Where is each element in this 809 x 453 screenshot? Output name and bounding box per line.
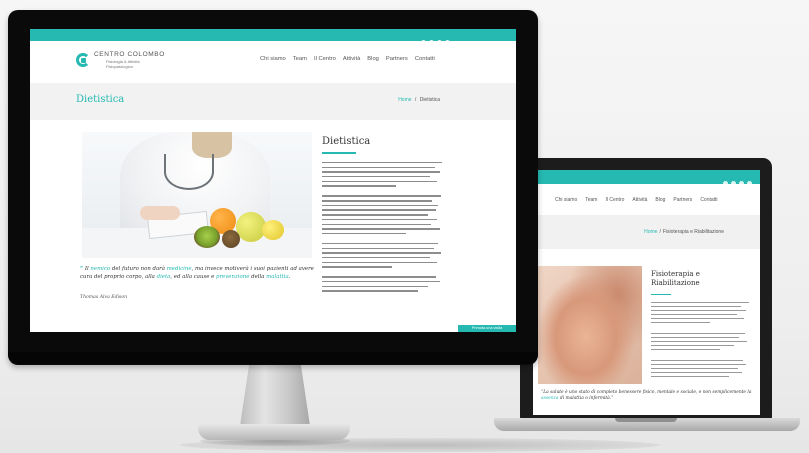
logo-subtitle-line2: Fisiopatologica (106, 64, 133, 69)
laptop-quote: “La salute è uno stato di completo benes… (541, 390, 756, 402)
nav-team[interactable]: Team (293, 56, 307, 62)
quote-highlight: medicine (166, 266, 192, 272)
content-title: Dietistica (322, 136, 371, 147)
monitor-stand-neck (240, 360, 310, 426)
nav-partners[interactable]: Partners (386, 56, 408, 62)
instagram-icon[interactable] (747, 181, 752, 186)
laptop-nav-item[interactable]: Partners (673, 197, 692, 203)
quote: “ Il nemico del futuro non darà medicine… (80, 265, 318, 281)
page-title-bar: Dietistica Home / Dietistica (30, 83, 516, 120)
twitter-icon[interactable] (731, 181, 736, 186)
laptop-quote-highlight: assenza (541, 396, 559, 401)
quote-highlight: prevenzione (216, 274, 250, 280)
quote-highlight: nemico (90, 266, 111, 272)
facebook-icon[interactable] (723, 181, 728, 186)
laptop-title-line1: Fisioterapia e (651, 270, 700, 278)
laptop-quote-text: di malattia o infermità.” (558, 396, 614, 401)
laptop-breadcrumb-home[interactable]: Home (644, 229, 657, 235)
quote-author: Thomas Alva Edison (80, 295, 128, 300)
nav-contatti[interactable]: Contatti (415, 56, 435, 62)
kiwi-fruit-whole (222, 230, 240, 248)
monitor-stand-foot (198, 424, 350, 440)
laptop-notch (615, 418, 677, 422)
laptop-social-bar (533, 170, 760, 186)
laptop-nav-item[interactable]: Blog (655, 197, 665, 203)
quote-text: della (251, 274, 265, 280)
page-title: Dietistica (76, 94, 125, 105)
laptop-nav-item[interactable]: Attività (632, 197, 647, 203)
laptop-nav-item[interactable]: Contatti (700, 197, 717, 203)
social-bar (30, 29, 516, 45)
laptop-breadcrumb-separator: / (659, 229, 661, 235)
content-body-text (322, 162, 442, 295)
laptop-nav-item[interactable]: Team (585, 197, 597, 203)
breadcrumb: Home / Dietistica (398, 97, 440, 103)
laptop-screen: Chi siamo Team Il Centro Attività Blog P… (533, 170, 760, 415)
logo-subtitle: Fisiologia & Attività Fisiopatologica (106, 59, 140, 69)
main-nav: Chi siamo Team Il Centro Attività Blog P… (260, 56, 435, 62)
laptop-nav-item[interactable]: Chi siamo (555, 197, 577, 203)
laptop-nav-item[interactable]: Il Centro (605, 197, 624, 203)
logo-icon-dot (81, 58, 86, 63)
page: { "monitor": { "site": { "logo_name": "C… (0, 0, 809, 453)
laptop-body-text (651, 302, 749, 380)
quote-text: Il (84, 266, 89, 272)
nav-il-centro[interactable]: Il Centro (314, 56, 336, 62)
stethoscope (164, 154, 214, 190)
breadcrumb-home[interactable]: Home (398, 97, 411, 103)
monitor-screen: CENTRO COLOMBO Fisiologia & Attività Fis… (30, 29, 516, 332)
logo-name[interactable]: CENTRO COLOMBO (94, 51, 165, 58)
laptop-title-bar: Home / Fisioterapia e Riabilitazione (533, 215, 760, 249)
nav-attivita[interactable]: Attività (343, 56, 360, 62)
google-icon[interactable] (739, 181, 744, 186)
quote-text: . (288, 274, 291, 280)
kiwi-fruit (194, 226, 220, 248)
dietitian-photo (82, 132, 312, 258)
nav-blog[interactable]: Blog (367, 56, 379, 62)
breadcrumb-current: Dietistica (419, 97, 440, 103)
quote-mark-icon: “ (80, 266, 84, 272)
book-visit-button[interactable]: Prenota una visita (458, 325, 516, 332)
breadcrumb-separator: / (414, 97, 417, 103)
laptop-quote-text: “La salute è uno stato di completo benes… (541, 390, 752, 395)
laptop-title-underline (651, 294, 671, 295)
quote-text: del futuro non darà (111, 266, 165, 272)
quote-highlight: malattia (266, 274, 289, 280)
monitor-chin (8, 352, 538, 364)
laptop-nav: Chi siamo Team Il Centro Attività Blog P… (533, 184, 760, 215)
quote-highlight: dieta (156, 274, 171, 280)
nav-chi-siamo[interactable]: Chi siamo (260, 56, 286, 62)
lemon-fruit (262, 220, 284, 240)
laptop-title-line2: Riabilitazione (651, 279, 700, 287)
content-title-underline (322, 152, 356, 154)
doctor-hand (140, 206, 180, 220)
laptop-breadcrumb-current: Fisioterapia e Riabilitazione (662, 229, 724, 235)
quote-text: , ed alla cause e (170, 274, 215, 280)
site-header: CENTRO COLOMBO Fisiologia & Attività Fis… (30, 41, 516, 83)
laptop-physio-photo (538, 266, 642, 384)
laptop-content-title: Fisioterapia e Riabilitazione (651, 270, 751, 288)
